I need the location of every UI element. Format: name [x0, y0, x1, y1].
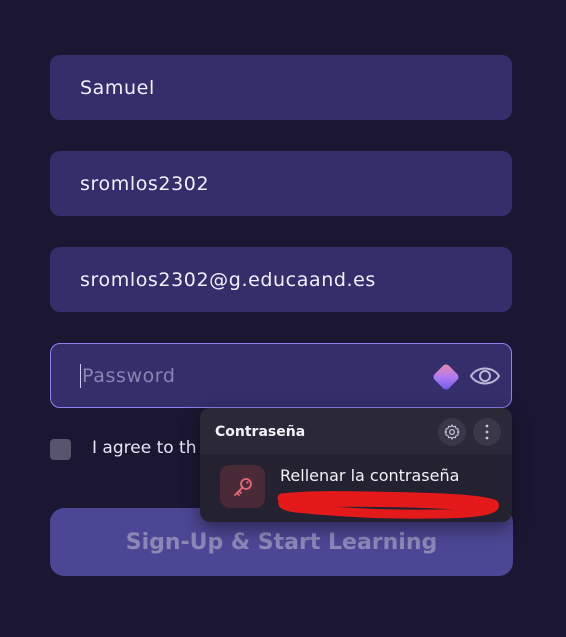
password-input[interactable] — [82, 364, 382, 387]
eye-icon[interactable] — [469, 362, 501, 390]
popup-title: Contraseña — [215, 424, 306, 440]
username-value: sromlos2302 — [80, 172, 210, 195]
fill-password-label[interactable]: Rellenar la contraseña — [280, 466, 459, 485]
gear-icon — [444, 424, 460, 440]
password-manager-icon[interactable] — [429, 360, 463, 394]
password-field-container[interactable] — [50, 343, 512, 408]
fill-password-option[interactable] — [220, 465, 265, 508]
key-icon — [233, 477, 252, 496]
more-options-button[interactable] — [473, 418, 501, 446]
agree-checkbox[interactable] — [50, 439, 71, 460]
agree-label: I agree to th — [92, 438, 197, 458]
redaction-scribble — [277, 491, 499, 519]
username-field[interactable]: sromlos2302 — [50, 151, 512, 216]
password-autofill-popup: Contraseña Rellenar la contraseña — [200, 408, 512, 522]
first-name-field[interactable]: Samuel — [50, 55, 512, 120]
more-vertical-icon — [485, 424, 489, 440]
email-value: sromlos2302@g.educaand.es — [80, 268, 376, 291]
text-caret — [80, 363, 81, 388]
settings-button[interactable] — [438, 418, 466, 446]
email-field[interactable]: sromlos2302@g.educaand.es — [50, 247, 512, 312]
first-name-value: Samuel — [80, 76, 155, 99]
